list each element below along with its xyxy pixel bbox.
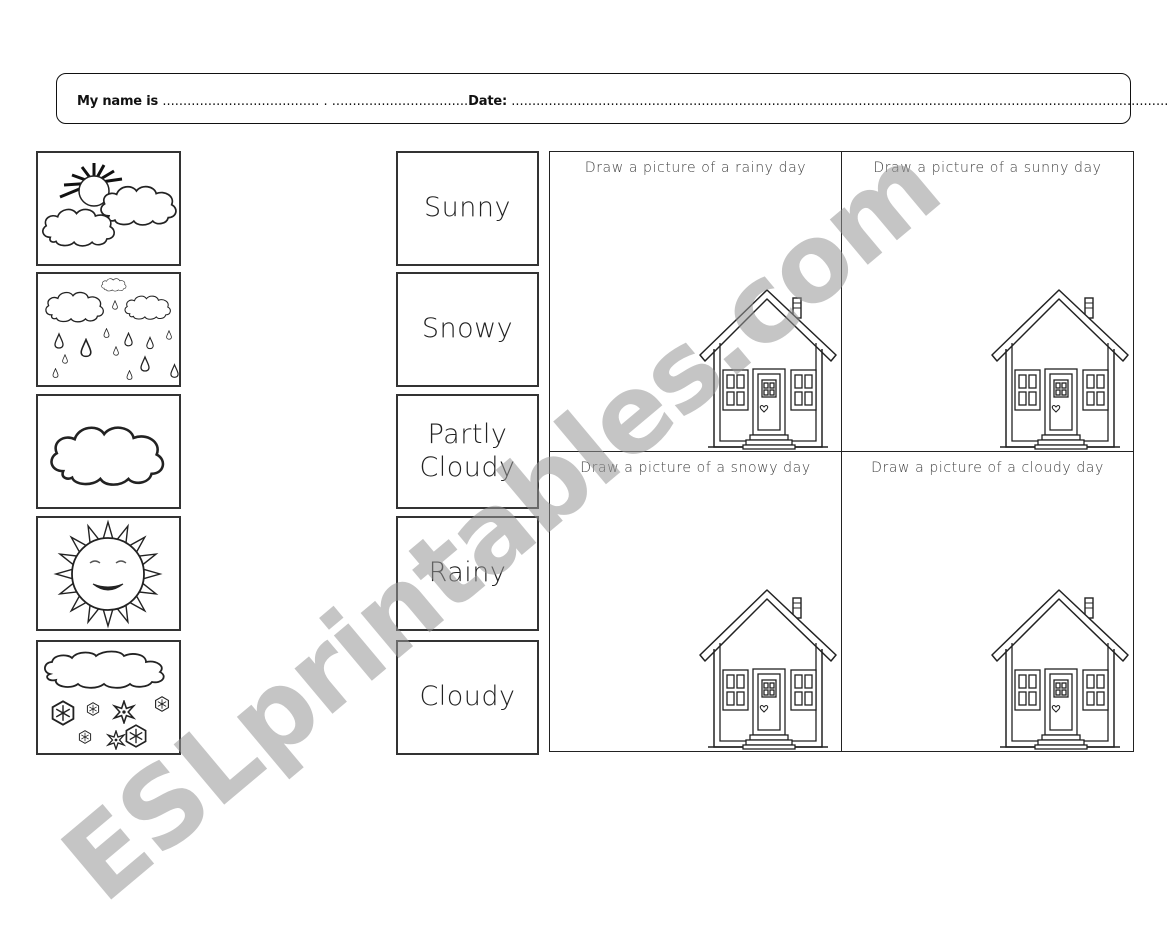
drawing-cell-rainy[interactable]: Draw a picture of a rainy day [550, 152, 842, 452]
rainy-picture [36, 272, 181, 387]
sunny-picture [36, 516, 181, 631]
snowy-picture [36, 640, 181, 755]
word-label: Cloudy [419, 681, 516, 713]
word-card-sunny: Sunny [396, 151, 539, 266]
date-colon: : [501, 94, 507, 109]
cell-title: Draw a picture of a rainy day [584, 160, 807, 176]
sun-behind-clouds-icon [41, 163, 177, 247]
word-card-cloudy: Cloudy [396, 640, 539, 755]
date-field[interactable]: ........................................… [511, 94, 1169, 109]
house-icon [698, 585, 838, 750]
name-label: My name is [77, 94, 159, 109]
word-card-rainy: Rainy [396, 516, 539, 631]
word-card-partly-cloudy: Partly Cloudy [396, 394, 539, 509]
house-icon [990, 585, 1130, 750]
house-icon [698, 285, 838, 450]
house-icon [990, 285, 1130, 450]
word-label: Snowy [421, 313, 514, 345]
snow-cloud-icon [44, 650, 169, 750]
name-date-box: My name is .............................… [56, 73, 1169, 124]
word-card-snowy: Snowy [396, 272, 539, 387]
drawing-grid: Draw a picture of a rainy day Draw a pic… [549, 151, 1134, 752]
word-label: Sunny [424, 192, 511, 224]
name-field[interactable]: ...................................... .… [162, 94, 468, 109]
partly-cloudy-picture [36, 151, 181, 266]
cloud-icon [49, 426, 165, 487]
word-label: Partly Cloudy [419, 419, 516, 483]
rain-clouds-icon [45, 278, 179, 380]
drawing-cell-snowy[interactable]: Draw a picture of a snowy day [550, 452, 842, 751]
date-label: Date [468, 94, 502, 109]
cell-title: Draw a picture of a sunny day [873, 160, 1102, 176]
smiling-sun-icon [53, 519, 163, 629]
cell-title: Draw a picture of a cloudy day [871, 460, 1104, 476]
cell-title: Draw a picture of a snowy day [580, 460, 811, 476]
drawing-cell-sunny[interactable]: Draw a picture of a sunny day [842, 152, 1133, 452]
name-date-line: My name is .............................… [77, 94, 1169, 109]
drawing-cell-cloudy[interactable]: Draw a picture of a cloudy day [842, 452, 1133, 751]
word-label: Rainy [428, 557, 507, 589]
cloudy-picture [36, 394, 181, 509]
